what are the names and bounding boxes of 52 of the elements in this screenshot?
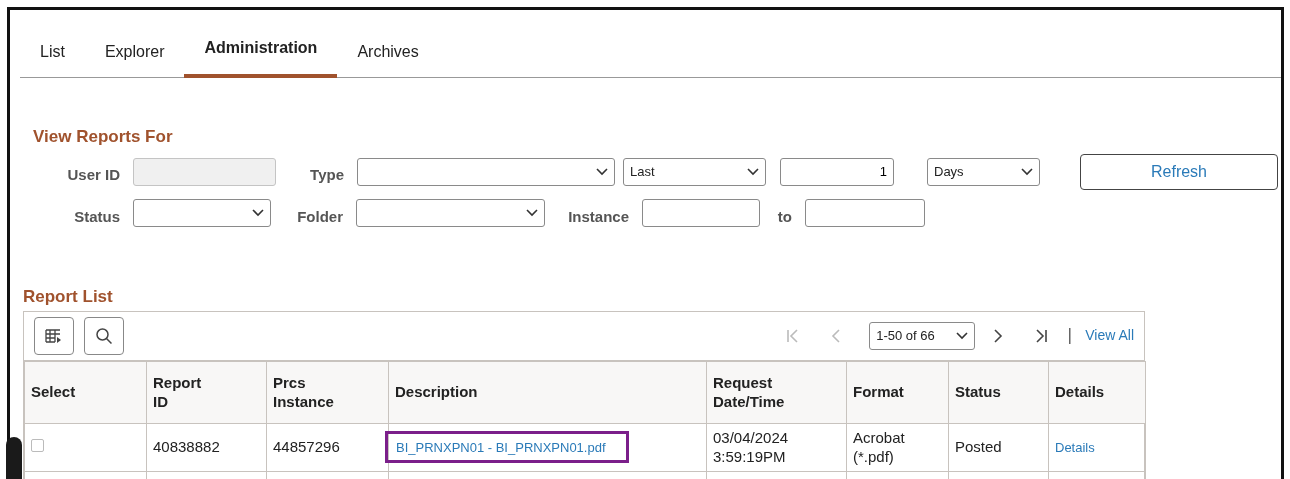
table-cell-text: 03/04/2024 (713, 427, 790, 447)
caret-icon (526, 208, 538, 217)
table-cell: 44857296 (266, 423, 389, 471)
search-button[interactable] (84, 316, 124, 355)
field-label: User ID (66, 165, 120, 186)
tab[interactable]: Archives (337, 24, 439, 78)
caret-icon (1021, 167, 1033, 176)
column-header: Prcs Instance (266, 361, 389, 423)
page-range-dropdown[interactable]: 1-50 of 66 (869, 321, 976, 350)
caret-icon (252, 208, 264, 217)
caret-icon (956, 331, 969, 340)
grid-icon (45, 327, 63, 344)
last-page-icon (1033, 327, 1050, 344)
input-field[interactable] (805, 198, 925, 227)
input-field[interactable] (642, 198, 760, 227)
separator-icon (1069, 327, 1072, 344)
table-cell: Posted (948, 423, 1049, 471)
dropdown-field[interactable] (356, 198, 545, 227)
input-field[interactable]: 1 (780, 157, 894, 186)
column-header: Description (388, 361, 707, 423)
column-header: Format (846, 361, 949, 423)
dropdown-field[interactable]: Days (927, 157, 1040, 186)
grip-handle-icon[interactable] (6, 437, 22, 479)
caret-icon (747, 167, 759, 176)
tab[interactable]: Explorer (84, 24, 185, 78)
field-label: Folder (296, 206, 343, 227)
tab[interactable]: List (20, 24, 85, 78)
column-header: Request Date/Time (706, 361, 847, 423)
section-title: View Reports For (33, 126, 174, 148)
table-cell-text: 3:59:19PM (713, 447, 787, 467)
grid-settings-button[interactable] (34, 316, 74, 355)
view-all-link[interactable]: View All (1085, 325, 1134, 346)
search-icon (95, 326, 113, 345)
field-label: Status (73, 206, 120, 227)
column-header: Select (24, 361, 147, 423)
caret-icon (596, 167, 608, 176)
refresh-button[interactable]: Refresh (1080, 153, 1278, 190)
field-label: to (776, 206, 792, 227)
row-checkbox[interactable] (31, 439, 44, 453)
dropdown-field[interactable] (133, 198, 271, 227)
tab[interactable]: Administration (184, 24, 338, 78)
column-header: Details (1048, 361, 1146, 423)
table-cell: Acrobat (*.pdf) (846, 423, 949, 471)
details-link[interactable]: Details (1055, 440, 1095, 456)
field-label: Type (309, 165, 344, 186)
field-label: Instance (567, 206, 629, 227)
section-title: Report List (23, 286, 114, 308)
column-header: Report ID (146, 361, 267, 423)
dropdown-field[interactable] (357, 157, 615, 186)
table-cell: 40838882 (146, 423, 267, 471)
column-header: Status (948, 361, 1049, 423)
dropdown-field[interactable]: Last (623, 157, 766, 186)
